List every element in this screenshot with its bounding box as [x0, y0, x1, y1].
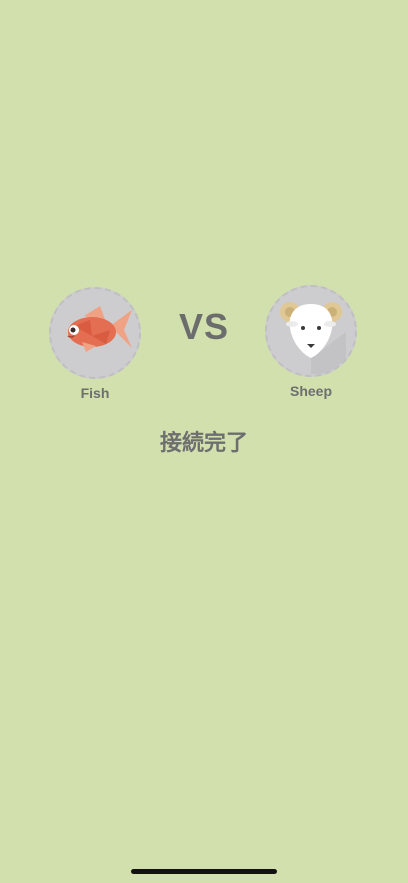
left-player-avatar: [49, 287, 141, 379]
right-player-avatar: [265, 285, 357, 377]
home-indicator[interactable]: [131, 869, 277, 874]
left-player: Fish: [47, 287, 143, 401]
left-player-name: Fish: [80, 385, 110, 401]
ram-icon: [280, 302, 346, 374]
right-player: Sheep: [263, 285, 359, 399]
right-player-name: Sheep: [289, 383, 332, 399]
goldfish-icon: [67, 306, 132, 352]
vs-label: VS: [178, 306, 230, 347]
connection-status: 接続完了: [159, 431, 248, 456]
